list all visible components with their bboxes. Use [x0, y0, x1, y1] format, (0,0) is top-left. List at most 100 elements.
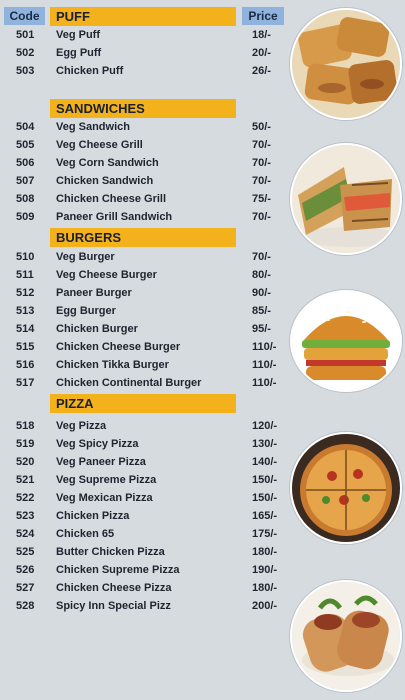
menu-row: 518 Veg Pizza 120/-	[0, 418, 290, 436]
item-price: 50/-	[252, 121, 271, 133]
item-name: Chicken Supreme Pizza	[56, 564, 180, 576]
item-price: 20/-	[252, 47, 271, 59]
menu-row: 509 Paneer Grill Sandwich 70/-	[0, 209, 290, 227]
item-name: Veg Pizza	[56, 420, 107, 432]
section-pizza: PIZZA	[50, 394, 236, 413]
item-name: Veg Cheese Grill	[56, 139, 143, 151]
item-code: 515	[16, 341, 35, 353]
item-code: 513	[16, 305, 35, 317]
menu-row: 501 Veg Puff 18/-	[0, 27, 290, 45]
item-name: Veg Cheese Burger	[56, 269, 157, 281]
item-name: Chicken 65	[56, 528, 115, 540]
item-price: 140/-	[252, 456, 278, 468]
item-code: 512	[16, 287, 35, 299]
menu-row: 521 Veg Supreme Pizza 150/-	[0, 472, 290, 490]
item-name: Chicken Sandwich	[56, 175, 154, 187]
item-price: 26/-	[252, 65, 271, 77]
item-name: Spicy Inn Special Pizz	[56, 600, 171, 612]
item-price: 120/-	[252, 420, 278, 432]
code-column-header: Code	[4, 7, 45, 25]
item-name: Chicken Pizza	[56, 510, 130, 522]
item-code: 517	[16, 377, 35, 389]
item-price: 165/-	[252, 510, 278, 522]
menu-row: 525 Butter Chicken Pizza 180/-	[0, 544, 290, 562]
burger-image	[292, 292, 400, 390]
pizza-photo	[290, 432, 402, 544]
item-price: 110/-	[252, 377, 277, 389]
item-price: 190/-	[252, 564, 278, 576]
item-code: 510	[16, 251, 35, 263]
item-price: 110/-	[252, 359, 277, 371]
item-code: 526	[16, 564, 35, 576]
item-price: 110/-	[252, 341, 277, 353]
menu-row: 516 Chicken Tikka Burger 110/-	[0, 357, 290, 375]
item-name: Chicken Tikka Burger	[56, 359, 169, 371]
menu-row: 519 Veg Spicy Pizza 130/-	[0, 436, 290, 454]
menu-row: 513 Egg Burger 85/-	[0, 303, 290, 321]
item-code: 516	[16, 359, 35, 371]
item-name: Veg Sandwich	[56, 121, 130, 133]
menu-row: 512 Paneer Burger 90/-	[0, 285, 290, 303]
item-code: 525	[16, 546, 35, 558]
item-price: 180/-	[252, 546, 278, 558]
menu-row: 502 Egg Puff 20/-	[0, 45, 290, 63]
item-code: 514	[16, 323, 35, 335]
item-code: 520	[16, 456, 35, 468]
item-code: 502	[16, 47, 35, 59]
menu-row: 514 Chicken Burger 95/-	[0, 321, 290, 339]
item-price: 80/-	[252, 269, 271, 281]
item-code: 511	[16, 269, 34, 281]
item-code: 507	[16, 175, 35, 187]
item-price: 180/-	[252, 582, 278, 594]
menu-row: 505 Veg Cheese Grill 70/-	[0, 137, 290, 155]
sandwich-image	[292, 145, 400, 253]
burger-photo	[290, 290, 402, 392]
item-name: Egg Burger	[56, 305, 116, 317]
menu-row: 504 Veg Sandwich 50/-	[0, 119, 290, 137]
item-code: 527	[16, 582, 35, 594]
wrap-image	[292, 582, 400, 690]
item-name: Veg Puff	[56, 29, 101, 41]
item-price: 70/-	[252, 211, 271, 223]
item-price: 70/-	[252, 251, 271, 263]
item-code: 523	[16, 510, 35, 522]
item-price: 75/-	[252, 193, 271, 205]
menu-row: 517 Chicken Continental Burger 110/-	[0, 375, 290, 393]
item-code: 521	[16, 474, 35, 486]
item-price: 70/-	[252, 175, 271, 187]
item-name: Chicken Burger	[56, 323, 138, 335]
price-column-header: Price	[242, 7, 284, 25]
item-name: Veg Corn Sandwich	[56, 157, 159, 169]
menu-row: 523 Chicken Pizza 165/-	[0, 508, 290, 526]
item-code: 506	[16, 157, 35, 169]
menu-row: 503 Chicken Puff 26/-	[0, 63, 290, 81]
item-code: 505	[16, 139, 35, 151]
menu-row: 510 Veg Burger 70/-	[0, 249, 290, 267]
item-price: 85/-	[252, 305, 271, 317]
menu-row: 526 Chicken Supreme Pizza 190/-	[0, 562, 290, 580]
item-price: 95/-	[252, 323, 271, 335]
menu-row: 528 Spicy Inn Special Pizz 200/-	[0, 598, 290, 616]
pizza-image	[292, 434, 400, 542]
item-code: 501	[16, 29, 35, 41]
sandwich-photo	[290, 143, 402, 255]
item-price: 130/-	[252, 438, 278, 450]
puff-photo	[290, 8, 402, 120]
section-puff: PUFF	[50, 7, 236, 26]
item-code: 503	[16, 65, 35, 77]
item-price: 175/-	[252, 528, 278, 540]
menu-row: 524 Chicken 65 175/-	[0, 526, 290, 544]
item-name: Egg Puff	[56, 47, 102, 59]
wrap-photo	[290, 580, 402, 692]
item-price: 18/-	[252, 29, 271, 41]
item-name: Paneer Burger	[56, 287, 132, 299]
menu-row: 511 Veg Cheese Burger 80/-	[0, 267, 290, 285]
item-code: 509	[16, 211, 35, 223]
item-name: Chicken Cheese Burger	[56, 341, 181, 353]
item-name: Veg Spicy Pizza	[56, 438, 139, 450]
item-name: Veg Supreme Pizza	[56, 474, 157, 486]
item-code: 519	[16, 438, 35, 450]
menu-row: 515 Chicken Cheese Burger 110/-	[0, 339, 290, 357]
item-name: Veg Burger	[56, 251, 115, 263]
section-sandwiches: SANDWICHES	[50, 99, 236, 118]
